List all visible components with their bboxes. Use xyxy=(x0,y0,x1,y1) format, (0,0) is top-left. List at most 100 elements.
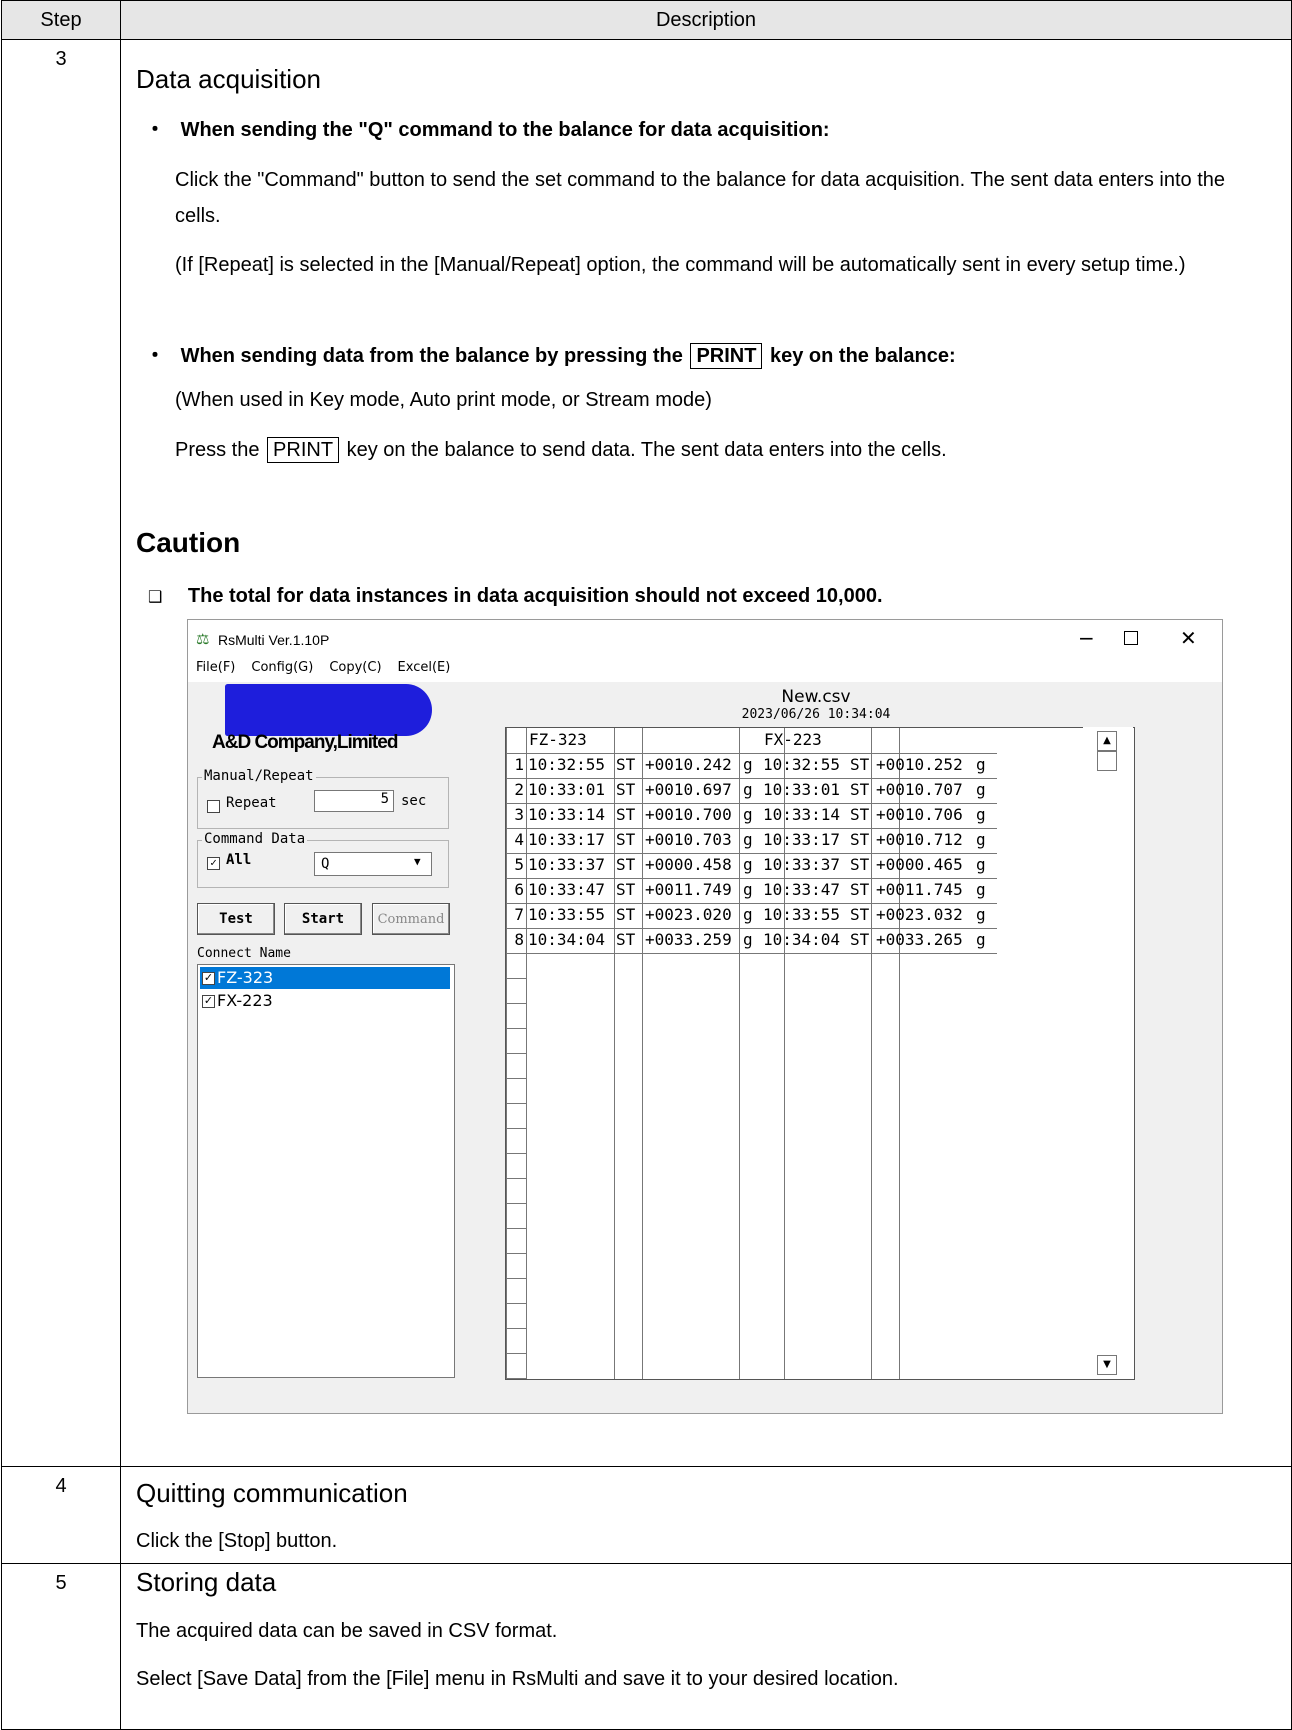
grid-cell[interactable]: +0010.697 xyxy=(645,778,732,802)
grid-cell[interactable]: 10:33:47 xyxy=(528,878,605,902)
grid-cell[interactable]: g xyxy=(743,903,753,927)
grid-cell[interactable]: g xyxy=(976,803,986,827)
start-button[interactable]: Start xyxy=(284,903,362,935)
grid-cell[interactable]: g xyxy=(976,753,986,777)
grid-cell[interactable]: g xyxy=(743,753,753,777)
grid-cell[interactable]: +0010.707 xyxy=(876,778,963,802)
grid-line xyxy=(871,728,872,1379)
scroll-up-icon[interactable]: ▲ xyxy=(1097,731,1117,751)
scroll-down-icon[interactable]: ▼ xyxy=(1097,1355,1117,1375)
grid-cell[interactable]: +0000.465 xyxy=(876,853,963,877)
row-number[interactable]: 1 xyxy=(510,753,524,777)
row-number[interactable]: 6 xyxy=(510,878,524,902)
grid-cell[interactable]: ST xyxy=(850,878,869,902)
grid-cell[interactable]: 10:34:04 xyxy=(763,928,840,952)
grid-cell[interactable]: g xyxy=(976,903,986,927)
grid-cell[interactable]: +0033.265 xyxy=(876,928,963,952)
menu-config[interactable]: Config(G) xyxy=(251,660,313,675)
grid-cell[interactable]: g xyxy=(976,928,986,952)
grid-cell[interactable]: ST xyxy=(616,853,635,877)
grid-cell[interactable]: ST xyxy=(616,778,635,802)
grid-cell[interactable]: +0010.706 xyxy=(876,803,963,827)
grid-header-fz[interactable]: FZ-323 xyxy=(529,728,587,752)
grid-cell[interactable]: g xyxy=(976,853,986,877)
grid-cell[interactable]: 10:33:55 xyxy=(528,903,605,927)
grid-cell[interactable]: ST xyxy=(850,803,869,827)
grid-cell[interactable]: ST xyxy=(850,853,869,877)
horizontal-scrollbar[interactable] xyxy=(197,1395,1215,1405)
repeat-checkbox[interactable] xyxy=(207,799,220,813)
command-button[interactable]: Command xyxy=(372,903,450,935)
grid-cell[interactable]: 10:33:14 xyxy=(763,803,840,827)
grid-cell[interactable]: +0010.700 xyxy=(645,803,732,827)
grid-cell[interactable]: 10:33:01 xyxy=(763,778,840,802)
grid-cell[interactable]: 10:32:55 xyxy=(763,753,840,777)
grid-cell[interactable]: ST xyxy=(616,928,635,952)
grid-cell[interactable]: +0033.259 xyxy=(645,928,732,952)
grid-cell[interactable]: +0010.703 xyxy=(645,828,732,852)
menu-excel[interactable]: Excel(E) xyxy=(398,660,451,675)
chevron-down-icon[interactable]: ▼ xyxy=(414,855,421,868)
grid-cell[interactable]: ST xyxy=(850,928,869,952)
grid-cell[interactable]: ST xyxy=(850,753,869,777)
grid-cell[interactable]: +0011.745 xyxy=(876,878,963,902)
grid-cell[interactable]: 10:33:17 xyxy=(763,828,840,852)
grid-cell[interactable]: g xyxy=(743,778,753,802)
row-number[interactable]: 2 xyxy=(510,778,524,802)
grid-cell[interactable]: ST xyxy=(616,878,635,902)
grid-cell[interactable]: +0023.032 xyxy=(876,903,963,927)
connect-checkbox[interactable]: ✓ xyxy=(202,972,215,985)
grid-cell[interactable]: ST xyxy=(616,753,635,777)
grid-cell[interactable]: +0010.712 xyxy=(876,828,963,852)
maximize-icon[interactable] xyxy=(1124,631,1138,645)
menu-copy[interactable]: Copy(C) xyxy=(329,660,381,675)
grid-cell[interactable]: ST xyxy=(850,778,869,802)
grid-cell[interactable]: g xyxy=(976,828,986,852)
grid-cell[interactable]: g xyxy=(743,878,753,902)
grid-cell[interactable]: +0011.749 xyxy=(645,878,732,902)
grid-header-fx[interactable]: FX-223 xyxy=(764,728,822,752)
grid-cell[interactable]: 10:33:37 xyxy=(763,853,840,877)
list-item[interactable]: ✓ FZ-323 xyxy=(200,967,450,989)
grid-cell[interactable]: 10:33:14 xyxy=(528,803,605,827)
grid-cell[interactable]: 10:33:01 xyxy=(528,778,605,802)
grid-cell[interactable]: 10:33:47 xyxy=(763,878,840,902)
grid-cell[interactable]: 10:33:37 xyxy=(528,853,605,877)
connect-checkbox[interactable]: ✓ xyxy=(202,995,215,1008)
row-number[interactable]: 3 xyxy=(510,803,524,827)
scroll-thumb[interactable] xyxy=(1097,751,1117,771)
grid-cell[interactable]: g xyxy=(743,853,753,877)
connect-list[interactable]: ✓ FZ-323 ✓ FX-223 xyxy=(197,964,455,1378)
grid-cell[interactable]: g xyxy=(743,828,753,852)
row-number[interactable]: 5 xyxy=(510,853,524,877)
grid-cell[interactable]: ST xyxy=(850,903,869,927)
grid-cell[interactable]: ST xyxy=(616,803,635,827)
grid-cell[interactable]: +0000.458 xyxy=(645,853,732,877)
row-number[interactable]: 8 xyxy=(510,928,524,952)
vertical-scrollbar[interactable]: ▲ ▼ xyxy=(1083,727,1133,1378)
grid-cell[interactable]: +0010.242 xyxy=(645,753,732,777)
minimize-icon[interactable]: − xyxy=(1078,626,1095,650)
grid-cell[interactable]: 10:33:55 xyxy=(763,903,840,927)
repeat-interval-input[interactable]: 5 xyxy=(314,790,394,812)
grid-cell[interactable]: ST xyxy=(850,828,869,852)
grid-cell[interactable]: 10:34:04 xyxy=(528,928,605,952)
grid-cell[interactable]: g xyxy=(976,778,986,802)
close-icon[interactable]: ✕ xyxy=(1180,626,1197,650)
grid-cell[interactable]: +0023.020 xyxy=(645,903,732,927)
list-item[interactable]: ✓ FX-223 xyxy=(200,990,273,1012)
test-button[interactable]: Test xyxy=(197,903,275,935)
grid-cell[interactable]: g xyxy=(976,878,986,902)
menu-file[interactable]: File(F) xyxy=(196,660,235,675)
grid-cell[interactable]: ST xyxy=(616,828,635,852)
grid-cell[interactable]: +0010.252 xyxy=(876,753,963,777)
grid-cell[interactable]: ST xyxy=(616,903,635,927)
all-checkbox[interactable]: ✓ xyxy=(207,856,220,870)
data-grid[interactable]: FZ-323 FX-223 1 10:32:55 ST +0010.242 g 10:32:5… xyxy=(505,727,1003,1380)
grid-cell[interactable]: 10:33:17 xyxy=(528,828,605,852)
grid-cell[interactable]: g xyxy=(743,928,753,952)
row-number[interactable]: 7 xyxy=(510,903,524,927)
grid-cell[interactable]: 10:32:55 xyxy=(528,753,605,777)
row-number[interactable]: 4 xyxy=(510,828,524,852)
grid-cell[interactable]: g xyxy=(743,803,753,827)
